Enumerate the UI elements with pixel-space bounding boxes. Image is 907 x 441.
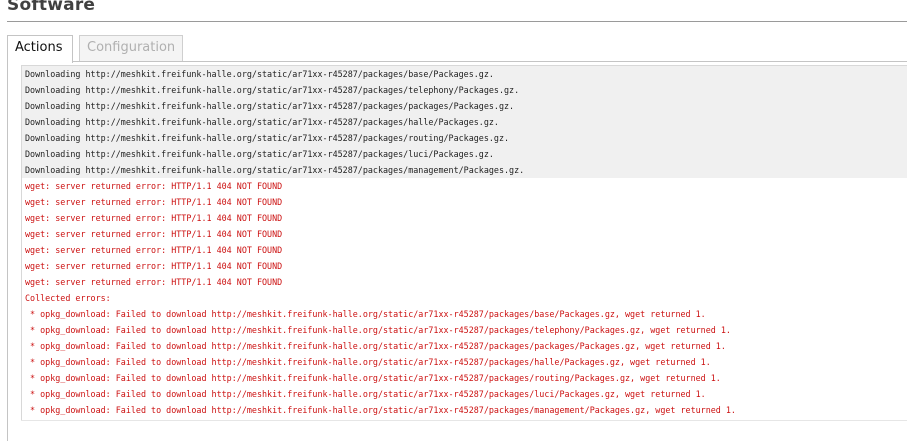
log-line-error: * opkg_download: Failed to download http…: [22, 322, 907, 338]
page-title: Software: [7, 0, 96, 15]
log-line-download: Downloading http://meshkit.freifunk-hall…: [22, 162, 907, 178]
log-line-error: wget: server returned error: HTTP/1.1 40…: [22, 194, 907, 210]
tab-bar: Actions Configuration: [7, 35, 907, 63]
log-line-error: * opkg_download: Failed to download http…: [22, 402, 907, 418]
log-line-error: wget: server returned error: HTTP/1.1 40…: [22, 178, 907, 194]
log-line-download: Downloading http://meshkit.freifunk-hall…: [22, 82, 907, 98]
log-line-error: Collected errors:: [22, 290, 907, 306]
log-line-error: wget: server returned error: HTTP/1.1 40…: [22, 226, 907, 242]
log-line-error: wget: server returned error: HTTP/1.1 40…: [22, 242, 907, 258]
tab-configuration[interactable]: Configuration: [79, 35, 183, 61]
log-divider: [21, 420, 907, 421]
log-line-download: Downloading http://meshkit.freifunk-hall…: [22, 66, 907, 82]
title-divider: [7, 21, 907, 22]
log-line-error: * opkg_download: Failed to download http…: [22, 386, 907, 402]
log-line-error: wget: server returned error: HTTP/1.1 40…: [22, 274, 907, 290]
log-line-error: * opkg_download: Failed to download http…: [22, 306, 907, 322]
log-line-download: Downloading http://meshkit.freifunk-hall…: [22, 98, 907, 114]
log-line-download: Downloading http://meshkit.freifunk-hall…: [22, 114, 907, 130]
opkg-output-log: Downloading http://meshkit.freifunk-hall…: [21, 65, 907, 421]
log-line-error: * opkg_download: Failed to download http…: [22, 354, 907, 370]
log-line-error: wget: server returned error: HTTP/1.1 40…: [22, 210, 907, 226]
log-line-error: wget: server returned error: HTTP/1.1 40…: [22, 258, 907, 274]
tab-actions[interactable]: Actions: [7, 35, 73, 63]
log-line-error: * opkg_download: Failed to download http…: [22, 370, 907, 386]
log-line-error: * opkg_download: Failed to download http…: [22, 338, 907, 354]
log-line-download: Downloading http://meshkit.freifunk-hall…: [22, 146, 907, 162]
log-line-download: Downloading http://meshkit.freifunk-hall…: [22, 130, 907, 146]
